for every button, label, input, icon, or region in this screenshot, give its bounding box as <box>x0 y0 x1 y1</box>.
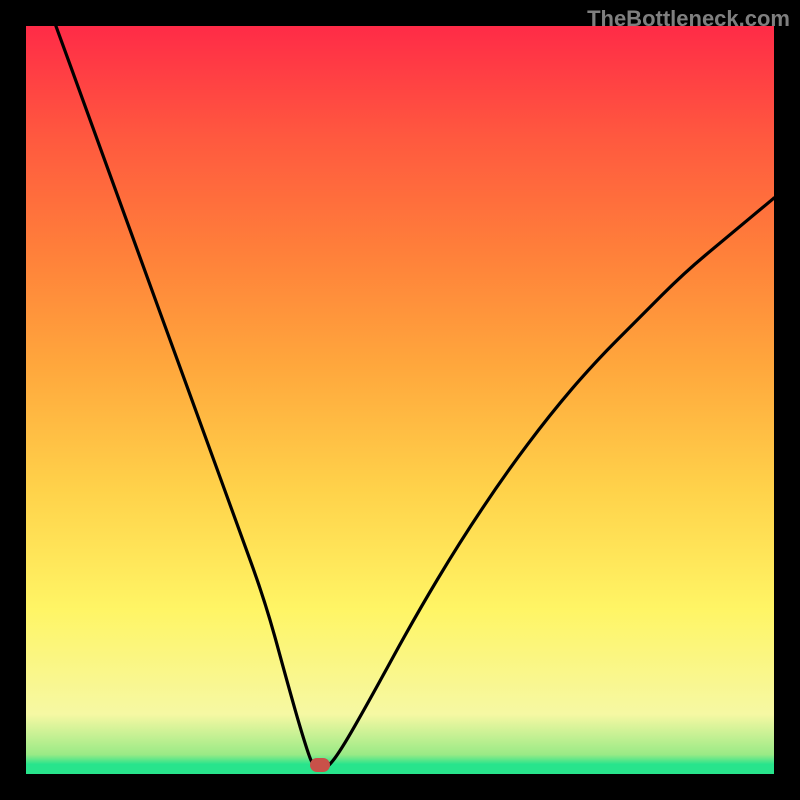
bottleneck-curve <box>26 26 774 774</box>
plot-area <box>26 26 774 774</box>
watermark-text: TheBottleneck.com <box>587 6 790 32</box>
chart-frame: TheBottleneck.com <box>0 0 800 800</box>
optimal-point-marker <box>310 758 330 772</box>
